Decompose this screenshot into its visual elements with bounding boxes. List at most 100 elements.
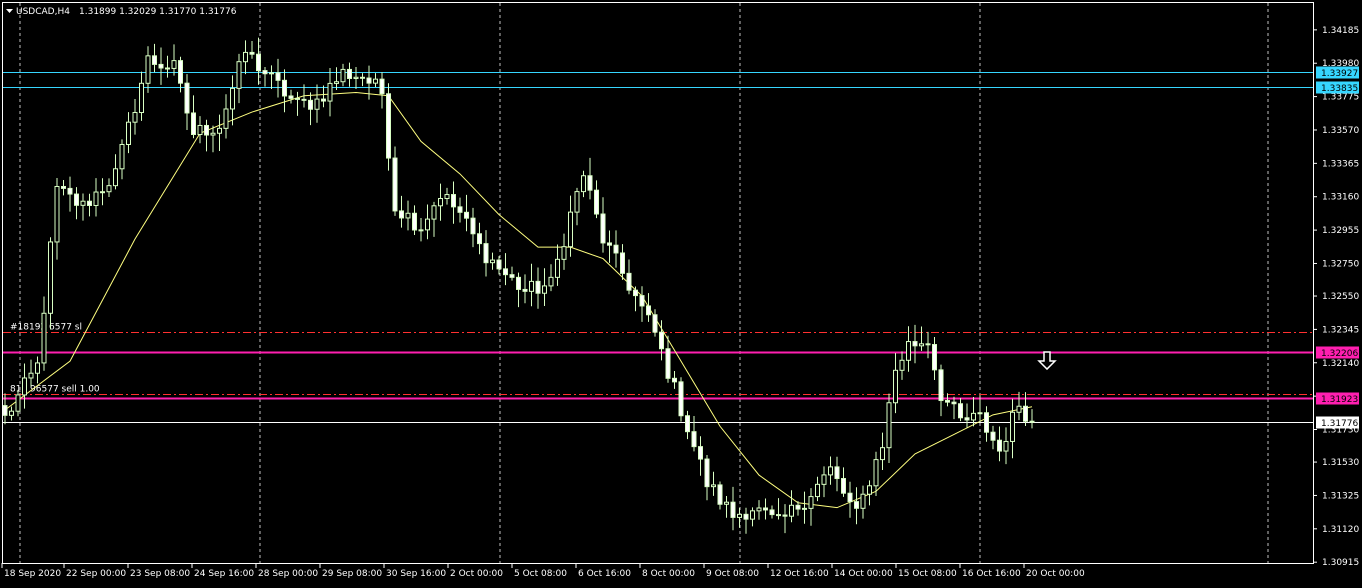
header-bar: USDCAD,H4 1.31899 1.32029 1.31770 1.3177… (6, 7, 237, 17)
candle-body (399, 210, 404, 219)
candle-body (353, 76, 359, 79)
candle-body (119, 143, 125, 170)
time-tick-label: 20 Oct 00:00 (1026, 569, 1085, 579)
candle-body (997, 439, 1002, 452)
resistance-upper-tag-label: 1.33927 (1321, 69, 1358, 79)
candle-body (815, 483, 820, 498)
candle-body (1003, 440, 1009, 452)
candle-body (620, 252, 625, 274)
candle-body (67, 187, 73, 195)
candle-body (802, 507, 807, 510)
candle-body (607, 242, 612, 246)
candle-body (438, 198, 443, 207)
candle-body (87, 200, 92, 206)
candle-body (769, 509, 775, 516)
candle-body (243, 51, 248, 63)
candle-body (704, 458, 710, 488)
candle-body (964, 417, 970, 421)
price-tick-label: 1.32345 (1322, 325, 1359, 335)
candle-body (100, 191, 105, 194)
candle-body (295, 97, 300, 100)
candle-body (392, 157, 398, 212)
time-tick-label: 18 Sep 2020 (4, 569, 61, 579)
candle-body (457, 206, 463, 213)
candle-body (171, 60, 177, 69)
chart-window[interactable]: #18192 6577 sl 819 96577 sell 1.00 1.3418… (0, 0, 1362, 584)
candle-body (873, 459, 879, 487)
candle-body (919, 343, 924, 347)
price-tick-label: 1.32550 (1322, 292, 1359, 302)
candle-body (360, 76, 365, 79)
candle-body (490, 259, 495, 264)
candle-body (327, 82, 333, 102)
candle-body (275, 72, 281, 81)
candle-body (113, 168, 118, 187)
price-chart[interactable]: #18192 6577 sl819 96577 sell 1.00 1.3418… (0, 0, 1362, 584)
time-tick-label: 23 Sep 08:00 (130, 569, 190, 579)
candle-body (938, 369, 944, 402)
candle-body (314, 98, 320, 110)
candle-body (61, 185, 66, 189)
candle-body (301, 98, 307, 101)
candle-body (145, 55, 151, 84)
time-tick-label: 28 Sep 00:00 (258, 569, 318, 579)
candle-body (425, 218, 430, 231)
candle-body (217, 127, 222, 134)
candle-body (951, 401, 957, 405)
candle-body (496, 259, 502, 270)
candle-body (249, 51, 255, 55)
candle-body (542, 285, 547, 294)
candle-body (2, 405, 8, 416)
candle-body (977, 412, 983, 415)
time-tick-label: 12 Oct 16:00 (770, 569, 829, 579)
candle-body (652, 314, 658, 333)
candle-body (646, 305, 651, 316)
candle-body (990, 431, 996, 441)
candle-body (431, 205, 437, 220)
candle-body (659, 331, 664, 350)
candle-body (971, 412, 976, 421)
candle-body (15, 394, 21, 412)
candle-body (477, 233, 482, 245)
price-tick-label: 1.32140 (1322, 359, 1359, 369)
time-tick-label: 30 Sep 16:00 (386, 569, 446, 579)
candle-body (711, 484, 716, 488)
time-tick-label: 6 Oct 16:00 (578, 569, 631, 579)
candle-body (984, 412, 989, 433)
candle-body (386, 93, 391, 159)
candle-body (789, 504, 794, 517)
candle-body (1029, 420, 1035, 423)
candle-body (600, 213, 606, 244)
price-tick-label: 1.32955 (1322, 226, 1359, 236)
ohlc-readout: 1.31899 1.32029 1.31770 1.31776 (79, 7, 237, 17)
candle-body (321, 98, 326, 102)
price-tick-label: 1.34185 (1322, 26, 1359, 36)
candle-body (379, 78, 385, 95)
candle-body (756, 507, 762, 512)
candle-body (366, 77, 372, 84)
price-tick-label: 1.33775 (1322, 93, 1359, 103)
candle-body (139, 82, 144, 114)
candle-body (535, 280, 541, 294)
candle-body (841, 478, 846, 494)
candle-body (158, 63, 164, 69)
candle-body (678, 381, 684, 417)
candle-body (782, 514, 788, 517)
candle-body (698, 446, 703, 460)
candle-body (347, 68, 352, 79)
candle-body (405, 212, 411, 219)
candle-body (854, 501, 859, 509)
candle-body (451, 194, 456, 208)
candle-body (210, 132, 216, 136)
price-tick-label: 1.33570 (1322, 126, 1359, 136)
candle-body (568, 211, 573, 248)
candle-body (639, 295, 645, 307)
candle-body (763, 507, 768, 511)
candle-body (262, 70, 268, 75)
candle-body (509, 274, 515, 278)
time-tick-label: 16 Oct 16:00 (962, 569, 1021, 579)
candle-body (412, 212, 417, 231)
price-tick-label: 1.31120 (1322, 525, 1359, 535)
candle-body (41, 312, 47, 364)
candle-body (236, 61, 242, 89)
